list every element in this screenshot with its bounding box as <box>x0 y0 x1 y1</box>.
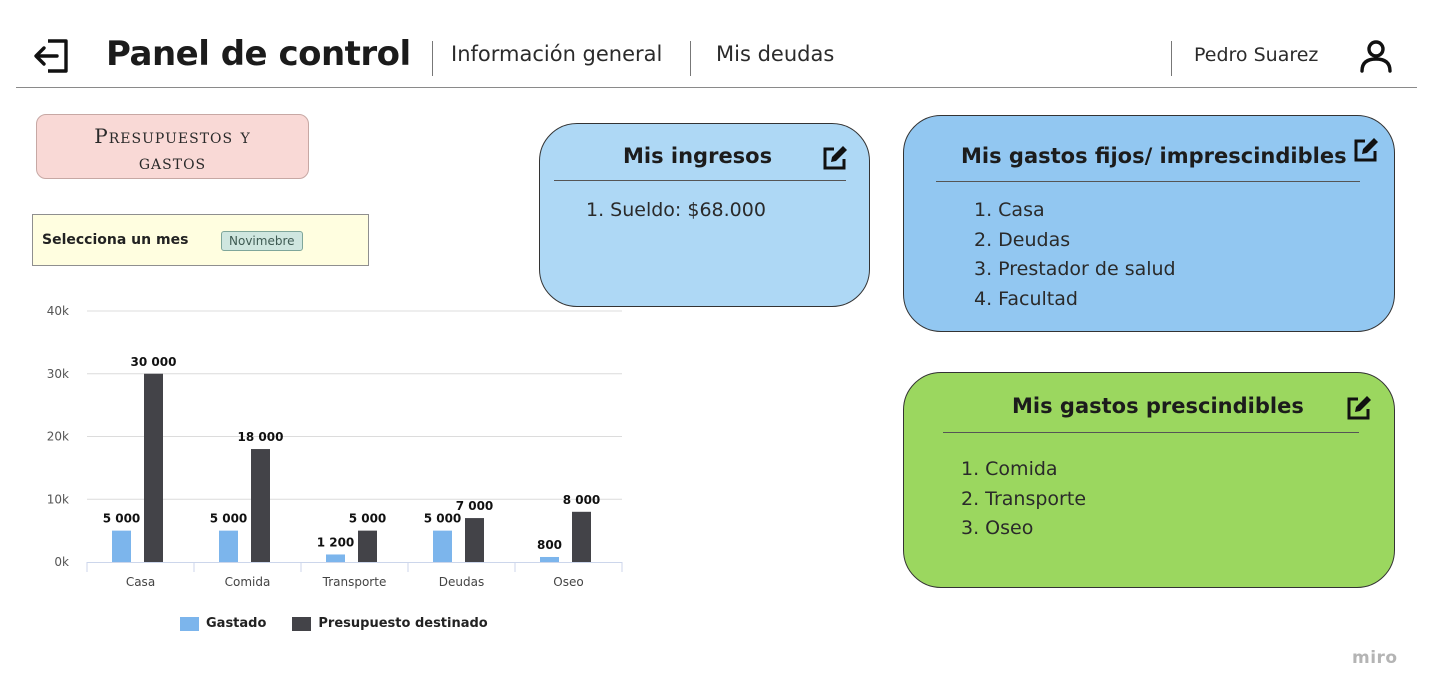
nav-mis-deudas[interactable]: Mis deudas <box>716 42 834 66</box>
legend-item-presupuesto[interactable]: Presupuesto destinado <box>292 616 488 631</box>
header-divider <box>432 41 433 76</box>
chart-legend: Gastado Presupuesto destinado <box>180 616 488 631</box>
legend-label: Gastado <box>206 616 267 631</box>
page-title: Panel de control <box>106 34 411 74</box>
section-label-line: gastos <box>138 150 207 174</box>
list-item: 3. Oseo <box>961 517 1034 539</box>
bar-presupuesto <box>465 518 484 562</box>
card-gastos-prescindibles: Mis gastos prescindibles 1. Comida 2. Tr… <box>903 372 1395 588</box>
nav-informacion-general[interactable]: Información general <box>451 42 662 66</box>
miro-logo: miro <box>1352 648 1398 668</box>
x-category-label: Transporte <box>322 575 387 589</box>
y-tick-label: 30k <box>47 367 69 381</box>
x-category-label: Casa <box>126 575 155 589</box>
section-label-line: Presupuestos y <box>94 124 251 148</box>
bar-gastado <box>540 556 559 562</box>
header-divider <box>690 41 691 76</box>
list-item: 1. Comida <box>961 458 1058 480</box>
y-tick-label: 0k <box>54 555 69 569</box>
logout-icon[interactable] <box>32 38 70 74</box>
bar-gastado <box>112 530 131 562</box>
x-category-label: Deudas <box>439 575 484 589</box>
month-selector-label: Selecciona un mes <box>42 232 189 248</box>
x-category-label: Comida <box>225 575 271 589</box>
card-divider <box>554 180 846 181</box>
budget-chart-svg: 0k 10k 20k 30k 40k Casa 5 000 30 000 Comida 5 000… <box>47 304 623 589</box>
bar-gastado <box>326 554 345 562</box>
y-tick-label: 20k <box>47 430 69 444</box>
list-item: 3. Prestador de salud <box>974 258 1176 280</box>
list-item: 2. Deudas <box>974 228 1071 251</box>
card-mis-ingresos: Mis ingresos 1. Sueldo: $68.000 <box>539 123 870 307</box>
card-title: Mis gastos prescindibles <box>1012 394 1304 418</box>
section-label-presupuestos: Presupuestos y gastos <box>36 114 309 179</box>
gastos-fijos-list: 1. Casa 2. Deudas 3. Prestador de salud … <box>974 196 1176 314</box>
data-label: 5 000 <box>210 512 248 526</box>
month-selector-panel: Selecciona un mes Novimebre <box>32 214 369 266</box>
header-divider-line <box>16 87 1417 88</box>
top-header: Panel de control Información general Mis… <box>0 0 1431 90</box>
legend-swatch <box>180 616 199 631</box>
list-item: 2. Transporte <box>961 487 1087 510</box>
data-label: 1 200 <box>317 535 355 549</box>
bar-gastado <box>433 530 452 562</box>
edit-icon[interactable] <box>1352 136 1380 164</box>
card-title: Mis ingresos <box>623 144 773 168</box>
budget-chart: 0k 10k 20k 30k 40k Casa 5 000 30 000 Comida 5 000… <box>30 296 640 646</box>
card-title: Mis gastos fijos/ imprescindibles <box>961 144 1347 168</box>
data-label: 5 000 <box>424 512 462 526</box>
data-label: 18 000 <box>238 430 284 444</box>
list-item: 4. Facultad <box>974 287 1078 310</box>
user-icon[interactable] <box>1358 38 1394 74</box>
edit-icon[interactable] <box>821 144 849 172</box>
data-label: 5 000 <box>103 512 141 526</box>
list-item: 1. Sueldo: $68.000 <box>586 199 766 221</box>
data-label: 30 000 <box>131 355 177 369</box>
x-category-label: Oseo <box>553 575 583 589</box>
bar-presupuesto <box>358 530 377 562</box>
data-label: 5 000 <box>349 512 387 526</box>
legend-item-gastado[interactable]: Gastado <box>180 616 266 631</box>
data-label: 7 000 <box>456 499 494 513</box>
data-label: 800 <box>537 538 562 552</box>
edit-icon[interactable] <box>1345 394 1373 422</box>
ingresos-list: 1. Sueldo: $68.000 <box>586 196 766 226</box>
y-tick-label: 40k <box>47 304 69 318</box>
gastos-prescindibles-list: 1. Comida 2. Transporte 3. Oseo <box>961 455 1086 544</box>
header-divider <box>1171 41 1172 76</box>
bar-presupuesto <box>572 511 591 562</box>
bar-presupuesto <box>144 373 163 562</box>
legend-swatch <box>292 616 312 631</box>
y-tick-label: 10k <box>47 492 69 506</box>
data-label: 8 000 <box>563 493 601 507</box>
bar-gastado <box>219 530 238 562</box>
month-dropdown[interactable]: Novimebre <box>221 231 303 251</box>
card-divider <box>943 432 1359 433</box>
card-divider <box>936 181 1360 182</box>
card-gastos-fijos: Mis gastos fijos/ imprescindibles 1. Cas… <box>903 115 1395 332</box>
legend-label: Presupuesto destinado <box>318 616 488 631</box>
bar-presupuesto <box>251 449 270 562</box>
list-item: 1. Casa <box>974 199 1045 221</box>
user-name[interactable]: Pedro Suarez <box>1194 44 1318 66</box>
